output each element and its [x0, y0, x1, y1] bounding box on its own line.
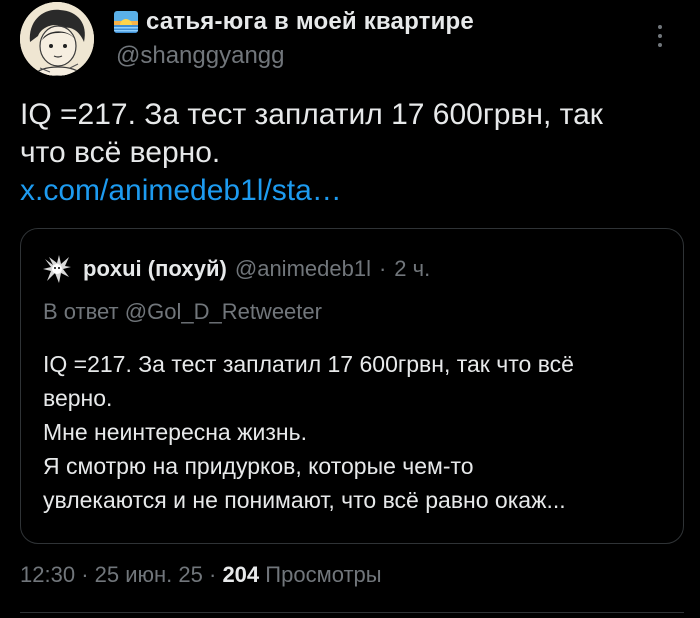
quoted-text-line: увлекаются и не понимают, что всё равно … [43, 487, 566, 513]
post-time[interactable]: 12:30 [20, 562, 75, 587]
quoted-text-line: Я смотрю на придурков, которые чем-то [43, 453, 474, 479]
author-handle[interactable]: @shanggyangg [116, 42, 285, 70]
post-text-line: что всё верно. [20, 136, 221, 169]
author-name-row: сатья-юга в моей квартире [114, 8, 474, 36]
quoted-avatar-icon [39, 251, 75, 287]
post-meta: 12:30 · 25 июн. 25 · 204 Просмотры [20, 562, 382, 588]
quoted-text-line: IQ =217. За тест заплатил 17 600грвн, та… [43, 351, 574, 377]
quoted-text-line: верно. [43, 385, 113, 411]
reply-to-label: В ответ [43, 299, 119, 324]
quoted-author-avatar[interactable] [39, 251, 75, 287]
meta-separator: · [208, 562, 217, 587]
quoted-timestamp[interactable]: 2 ч. [394, 256, 430, 282]
more-vertical-icon[interactable] [652, 18, 668, 54]
views-count[interactable]: 204 [222, 562, 259, 587]
sunrise-emoji-icon [114, 11, 138, 33]
more-dot [658, 34, 662, 38]
quoted-post-header: poxui (похуй) @animedeb1l · 2 ч. [39, 251, 430, 287]
post-date[interactable]: 25 июн. 25 [95, 562, 203, 587]
quoted-text-line: Мне неинтересна жизнь. [43, 419, 307, 445]
quoted-separator: · [378, 256, 387, 281]
post-link[interactable]: x.com/animedeb1l/sta… [20, 174, 342, 207]
more-dot [658, 25, 662, 29]
quoted-post-text: IQ =217. За тест заплатил 17 600грвн, та… [43, 347, 673, 517]
divider [20, 612, 684, 613]
meta-separator: · [81, 562, 89, 587]
more-dot [658, 43, 662, 47]
author-display-name[interactable]: сатья-юга в моей квартире [146, 8, 474, 36]
reply-to: В ответ @Gol_D_Retweeter [43, 299, 322, 325]
post-text-line: IQ =217. За тест заплатил 17 600грвн, та… [20, 98, 603, 131]
views-label: Просмотры [265, 562, 382, 587]
quoted-author-name[interactable]: poxui (похуй) [83, 256, 227, 282]
reply-to-mention[interactable]: @Gol_D_Retweeter [125, 299, 322, 324]
quoted-author-handle[interactable]: @animedeb1l [235, 256, 371, 282]
author-avatar[interactable] [20, 2, 94, 76]
anime-avatar-icon [20, 2, 94, 76]
post-text: IQ =217. За тест заплатил 17 600грвн, та… [20, 96, 680, 210]
post: сатья-юга в моей квартире @shanggyangg I… [0, 0, 700, 618]
quoted-post[interactable]: poxui (похуй) @animedeb1l · 2 ч. В ответ… [20, 228, 684, 544]
